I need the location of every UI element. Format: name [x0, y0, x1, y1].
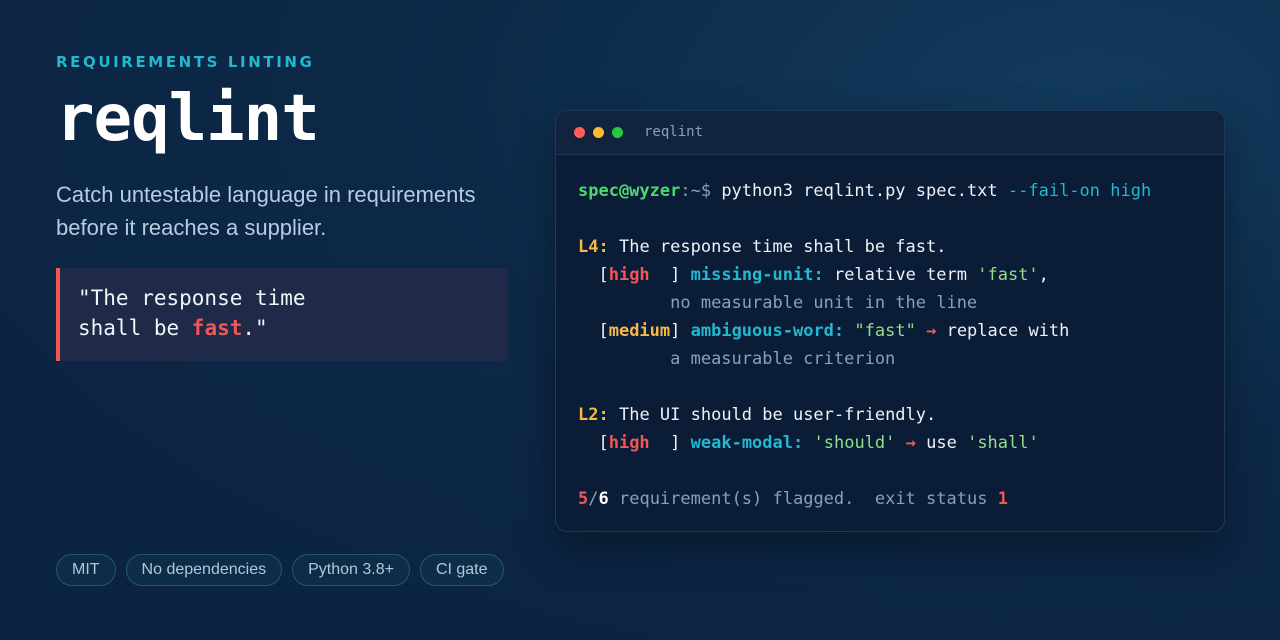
badge-list: MIT No dependencies Python 3.8+ CI gate	[56, 554, 504, 586]
badge-dependencies: No dependencies	[125, 554, 283, 586]
issue-line: [high ] missing-unit: relative term 'fas…	[578, 265, 1049, 285]
arrow-icon: →	[926, 321, 937, 341]
total-count: 6	[598, 489, 609, 509]
prompt-user: spec@wyzer	[578, 181, 681, 201]
command-flag: --fail-on	[1007, 181, 1101, 201]
severity-label: high	[608, 433, 650, 453]
example-requirement-quote: "The response time shall be fast."	[56, 268, 508, 361]
terminal-output: spec@wyzer:~$ python3 reqlint.py spec.tx…	[556, 155, 1224, 513]
severity-label: high	[608, 265, 650, 285]
finding-text: The response time shall be fast.	[608, 237, 947, 257]
issue-detail: no measurable unit in the line	[670, 293, 978, 313]
minimize-window-dot-icon[interactable]	[593, 127, 604, 138]
terminal-title-bar: reqlint	[556, 111, 1224, 155]
quote-line-2: shall be fast."	[78, 313, 508, 343]
summary-text: requirement(s) flagged. exit status	[608, 489, 998, 509]
arrow-icon: →	[905, 433, 916, 453]
quote-text-before: shall be	[78, 316, 192, 340]
flagged-count: 5	[578, 489, 589, 509]
badge-ci-gate: CI gate	[419, 554, 504, 586]
maximize-window-dot-icon[interactable]	[612, 127, 623, 138]
finding-line-number: L2	[578, 405, 599, 425]
quote-line-1: "The response time	[78, 286, 306, 310]
rule-name: weak-modal	[690, 433, 793, 453]
prompt-path: :~$	[680, 181, 722, 201]
issue-replacement: 'shall'	[967, 433, 1039, 453]
exit-code: 1	[997, 489, 1008, 509]
severity-label: medium	[608, 321, 671, 341]
command-arg: high	[1100, 181, 1152, 201]
finding-text: The UI should be user-friendly.	[608, 405, 937, 425]
issue-line: [medium] ambiguous-word: "fast" → replac…	[578, 321, 1070, 341]
finding-header: L2: The UI should be user-friendly.	[578, 405, 937, 425]
quote-highlighted-word: fast	[191, 316, 243, 340]
badge-python-version: Python 3.8+	[292, 554, 410, 586]
issue-term: "fast"	[854, 321, 916, 341]
close-window-dot-icon[interactable]	[574, 127, 585, 138]
command-text: python3 reqlint.py spec.txt	[721, 181, 1008, 201]
tagline: Catch untestable language in requirement…	[56, 182, 476, 240]
issue-term: 'should'	[813, 433, 896, 453]
quote-text-after: ."	[242, 316, 268, 340]
finding-line-number: L4	[578, 237, 599, 257]
badge-license: MIT	[56, 554, 116, 586]
command-line: spec@wyzer:~$ python3 reqlint.py spec.tx…	[578, 177, 1224, 205]
issue-line: [high ] weak-modal: 'should' → use 'shal…	[578, 433, 1039, 453]
rule-name: missing-unit	[690, 265, 814, 285]
finding-header: L4: The response time shall be fast.	[578, 237, 947, 257]
issue-message: relative term	[823, 265, 978, 285]
issue-detail: a measurable criterion	[670, 349, 896, 369]
rule-name: ambiguous-word	[690, 321, 834, 341]
terminal-window: reqlint spec@wyzer:~$ python3 reqlint.py…	[555, 110, 1225, 532]
page-title: reqlint	[56, 82, 320, 156]
terminal-title: reqlint	[644, 124, 704, 140]
summary-line: 5/6 requirement(s) flagged. exit status …	[578, 489, 1008, 509]
eyebrow-label: REQUIREMENTS LINTING	[56, 53, 315, 71]
issue-term: 'fast'	[977, 265, 1039, 285]
